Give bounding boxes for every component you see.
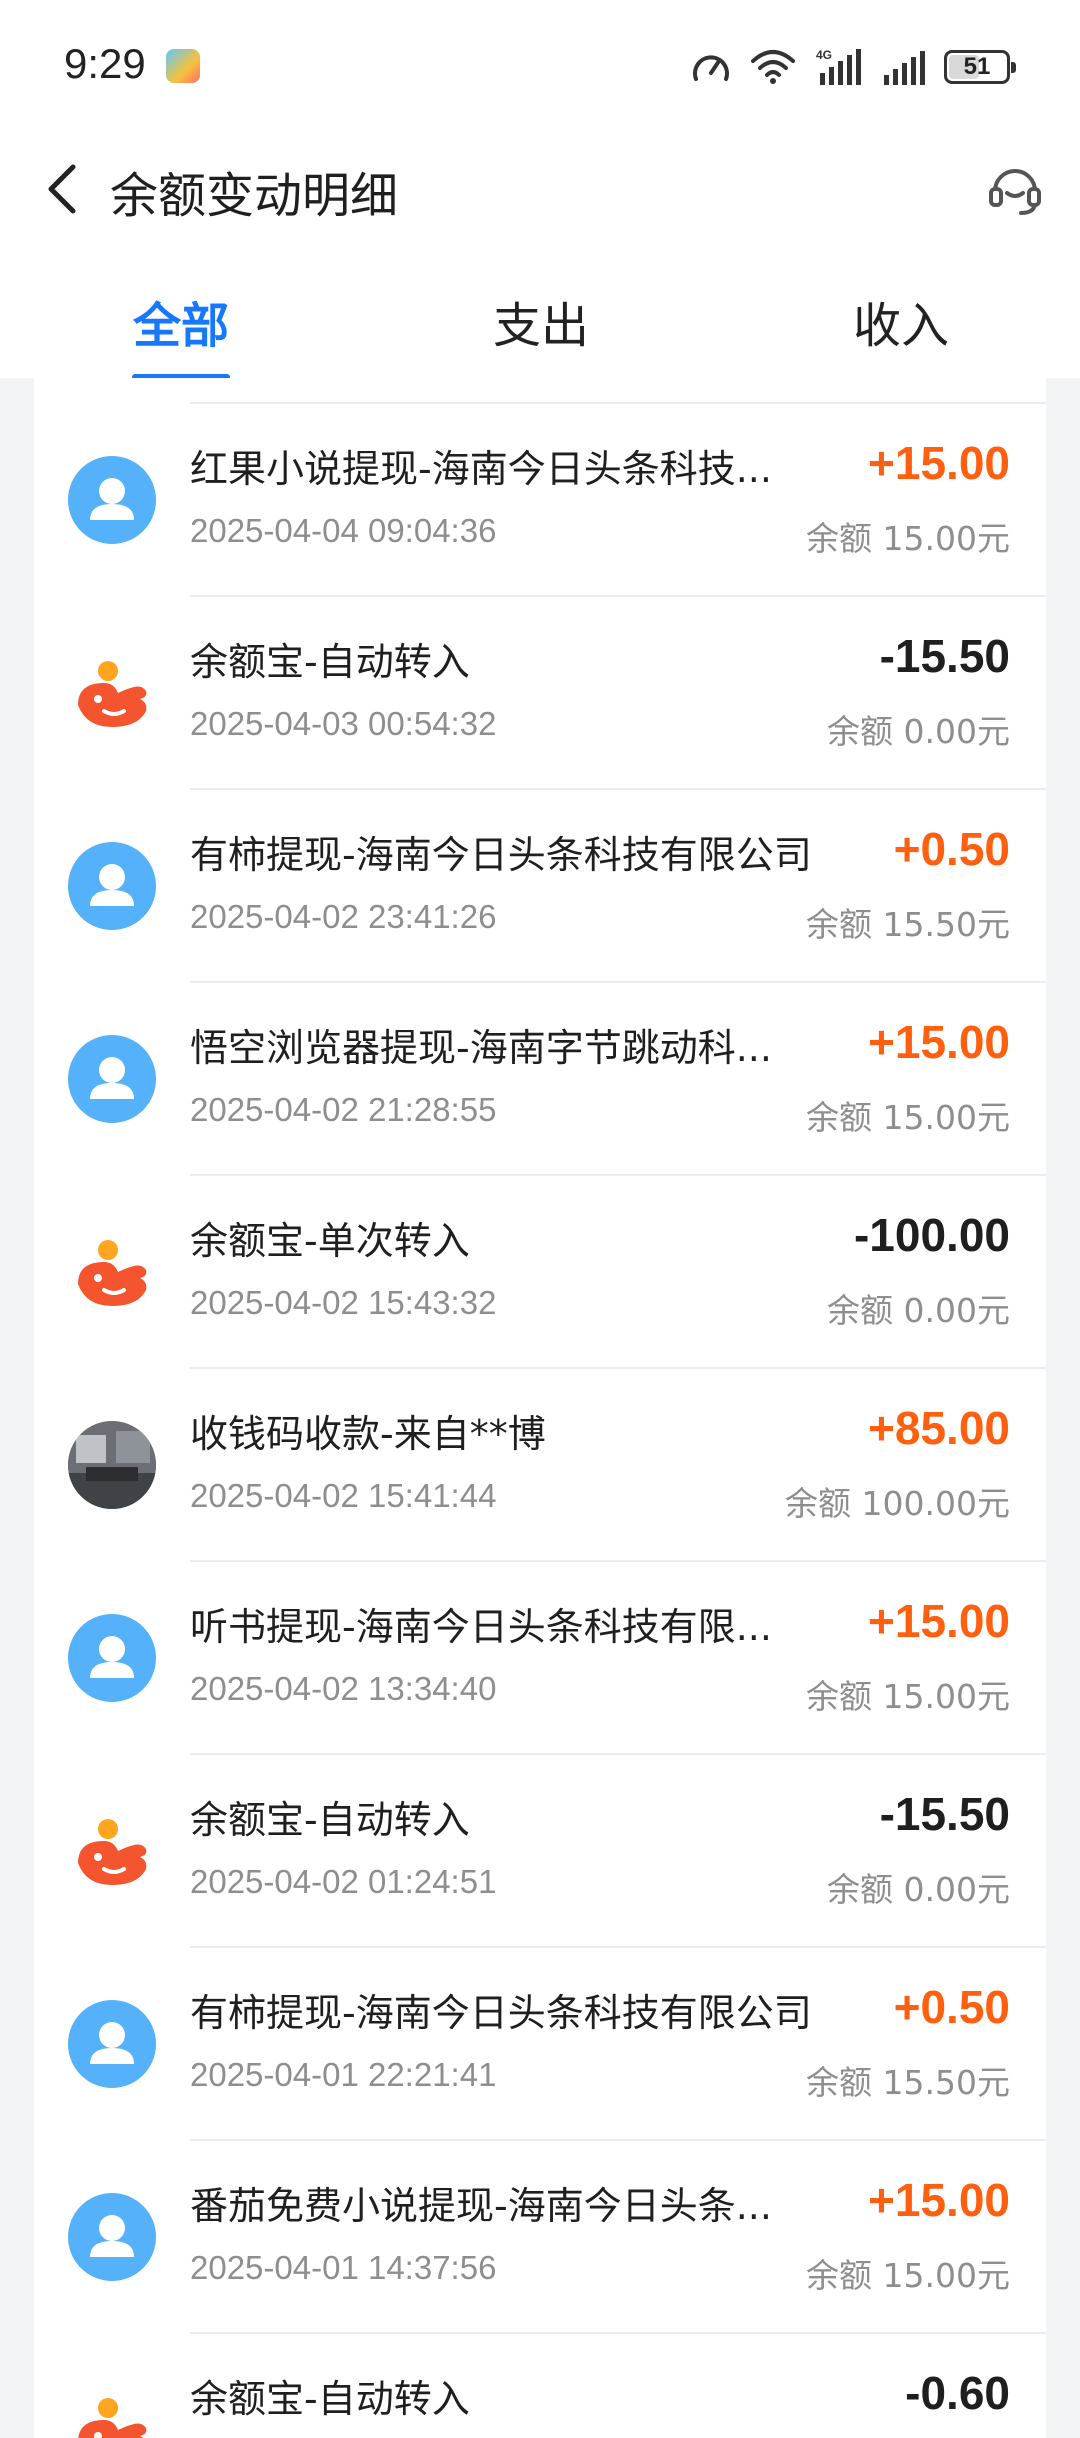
transaction-row[interactable]: 余额宝-自动转入 2025-04-03 00:54:32 -15.50 余额 0.00… bbox=[34, 595, 1046, 788]
tab-all[interactable]: 全部 bbox=[81, 286, 281, 356]
tab-income[interactable]: 收入 bbox=[801, 286, 1001, 356]
transaction-balance: 余额 15.50元 bbox=[806, 905, 1010, 944]
transaction-balance: 余额 15.00元 bbox=[806, 519, 1010, 558]
transaction-balance: 余额 15.00元 bbox=[806, 1098, 1010, 1137]
page-header: 余额变动明细 bbox=[0, 130, 1080, 248]
transaction-row[interactable]: 有柿提现-海南今日头条科技有限公司 2025-04-01 22:21:41 +0.5… bbox=[34, 1946, 1046, 2139]
status-icons: 4G 51 bbox=[690, 44, 1016, 90]
transaction-date: 2025-04-01 14:37:56 bbox=[190, 2249, 497, 2286]
transaction-date: 2025-04-02 15:43:32 bbox=[190, 1284, 497, 1321]
person-avatar-icon bbox=[68, 2000, 156, 2088]
app-notification-icon bbox=[166, 49, 200, 83]
battery-icon: 51 bbox=[944, 50, 1016, 84]
transaction-amount: +0.50 bbox=[893, 1981, 1010, 2033]
battery-level: 51 bbox=[963, 53, 991, 80]
transaction-date: 2025-04-03 00:54:32 bbox=[190, 705, 497, 742]
transaction-amount: -15.50 bbox=[879, 1788, 1010, 1840]
transaction-amount: +0.50 bbox=[893, 823, 1010, 875]
transaction-date: 2025-04-04 09:04:36 bbox=[190, 512, 497, 549]
transaction-row[interactable]: 红果小说提现-海南今日头条科技... 2025-04-04 09:04:36 +15… bbox=[34, 402, 1046, 595]
person-avatar-icon bbox=[68, 456, 156, 544]
transaction-date: 2025-04-02 13:34:40 bbox=[190, 1670, 497, 1707]
transaction-row[interactable]: 有柿提现-海南今日头条科技有限公司 2025-04-02 23:41:26 +0.5… bbox=[34, 788, 1046, 981]
chevron-left-icon bbox=[48, 164, 76, 214]
row-divider bbox=[190, 1753, 1046, 1755]
transaction-balance: 余额 15.50元 bbox=[806, 2063, 1010, 2102]
transaction-title: 余额宝-单次转入 bbox=[190, 1219, 470, 1263]
row-divider bbox=[190, 402, 1046, 404]
transaction-title: 红果小说提现-海南今日头条科技... bbox=[190, 447, 772, 491]
yuebao-icon bbox=[68, 2386, 156, 2438]
row-divider bbox=[190, 1174, 1046, 1176]
transaction-amount: +15.00 bbox=[868, 1595, 1010, 1647]
transaction-row[interactable]: 余额宝-单次转入 2025-04-02 15:43:32 -100.00 余额 0.0… bbox=[34, 1174, 1046, 1367]
transaction-title: 收钱码收款-来自**博 bbox=[190, 1412, 546, 1456]
transaction-list[interactable]: 红果小说提现-海南今日头条科技... 2025-04-04 09:04:36 +15… bbox=[34, 378, 1046, 2438]
wifi-icon bbox=[751, 50, 795, 84]
transaction-amount: +15.00 bbox=[868, 2174, 1010, 2226]
transaction-row[interactable]: 听书提现-海南今日头条科技有限... 2025-04-02 13:34:40 +15… bbox=[34, 1560, 1046, 1753]
person-avatar-icon bbox=[68, 1614, 156, 1702]
transaction-title: 听书提现-海南今日头条科技有限... bbox=[190, 1605, 772, 1649]
yuebao-icon bbox=[68, 1807, 156, 1895]
row-divider bbox=[190, 2332, 1046, 2334]
transaction-row[interactable]: 番茄免费小说提现-海南今日头条... 2025-04-01 14:37:56 +15… bbox=[34, 2139, 1046, 2332]
transaction-title: 余额宝-自动转入 bbox=[190, 640, 470, 684]
back-button[interactable] bbox=[28, 154, 98, 224]
transaction-date: 2025-04-01 22:21:41 bbox=[190, 2056, 497, 2093]
transaction-balance: 余额 0.00元 bbox=[827, 1291, 1010, 1330]
person-avatar-icon bbox=[68, 1035, 156, 1123]
row-divider bbox=[190, 1946, 1046, 1948]
transaction-balance: 余额 0.00元 bbox=[827, 1870, 1010, 1909]
row-divider bbox=[190, 595, 1046, 597]
transaction-title: 有柿提现-海南今日头条科技有限公司 bbox=[190, 1991, 812, 2035]
transaction-date: 2025-04-02 23:41:26 bbox=[190, 898, 497, 935]
transaction-title: 余额宝-自动转入 bbox=[190, 1798, 470, 1842]
transaction-amount: +85.00 bbox=[868, 1402, 1010, 1454]
transaction-amount: -100.00 bbox=[853, 1209, 1010, 1261]
tab-expense[interactable]: 支出 bbox=[441, 286, 641, 356]
transaction-date: 2025-04-02 15:41:44 bbox=[190, 1477, 497, 1514]
transaction-amount: +15.00 bbox=[868, 1016, 1010, 1068]
yuebao-icon bbox=[68, 1228, 156, 1316]
customer-service-button[interactable] bbox=[980, 154, 1050, 224]
transaction-row[interactable]: 收钱码收款-来自**博 2025-04-02 15:41:44 +85.00 余额 1… bbox=[34, 1367, 1046, 1560]
status-bar: 9:29 4G 51 bbox=[0, 0, 1080, 130]
transaction-amount: -15.50 bbox=[879, 630, 1010, 682]
transaction-amount: -0.60 bbox=[905, 2367, 1010, 2419]
signal-4g-icon: 4G bbox=[816, 48, 861, 85]
speed-meter-icon bbox=[693, 55, 729, 81]
person-avatar-icon bbox=[68, 2193, 156, 2281]
transaction-date: 2025-04-02 01:24:51 bbox=[190, 1863, 497, 1900]
row-divider bbox=[190, 1367, 1046, 1369]
transaction-title: 悟空浏览器提现-海南字节跳动科... bbox=[190, 1026, 772, 1070]
transaction-amount: +15.00 bbox=[868, 437, 1010, 489]
person-avatar-icon bbox=[68, 842, 156, 930]
status-time: 9:29 bbox=[64, 40, 146, 87]
svg-text:4G: 4G bbox=[816, 48, 832, 62]
transaction-title: 有柿提现-海南今日头条科技有限公司 bbox=[190, 833, 812, 877]
row-divider bbox=[190, 788, 1046, 790]
row-divider bbox=[190, 981, 1046, 983]
photo-avatar bbox=[68, 1421, 156, 1509]
row-divider bbox=[190, 1560, 1046, 1562]
transaction-date: 2025-04-02 21:28:55 bbox=[190, 1091, 497, 1128]
transaction-balance: 余额 15.00元 bbox=[806, 1677, 1010, 1716]
transaction-title: 余额宝-自动转入 bbox=[190, 2377, 470, 2421]
transaction-balance: 余额 100.00元 bbox=[785, 1484, 1010, 1523]
transaction-row[interactable]: 余额宝-自动转入 -0.60 bbox=[34, 2332, 1046, 2438]
tab-bar: 全部 支出 收入 bbox=[0, 248, 1080, 380]
page-title: 余额变动明细 bbox=[110, 168, 399, 224]
yuebao-icon bbox=[68, 649, 156, 737]
transaction-title: 番茄免费小说提现-海南今日头条... bbox=[190, 2184, 772, 2228]
row-divider bbox=[190, 2139, 1046, 2141]
signal-icon bbox=[884, 51, 925, 85]
transaction-balance: 余额 0.00元 bbox=[827, 712, 1010, 751]
transaction-row[interactable]: 悟空浏览器提现-海南字节跳动科... 2025-04-02 21:28:55 +15… bbox=[34, 981, 1046, 1174]
transaction-balance: 余额 15.00元 bbox=[806, 2256, 1010, 2295]
headset-icon bbox=[989, 169, 1041, 215]
transaction-row[interactable]: 余额宝-自动转入 2025-04-02 01:24:51 -15.50 余额 0.00… bbox=[34, 1753, 1046, 1946]
